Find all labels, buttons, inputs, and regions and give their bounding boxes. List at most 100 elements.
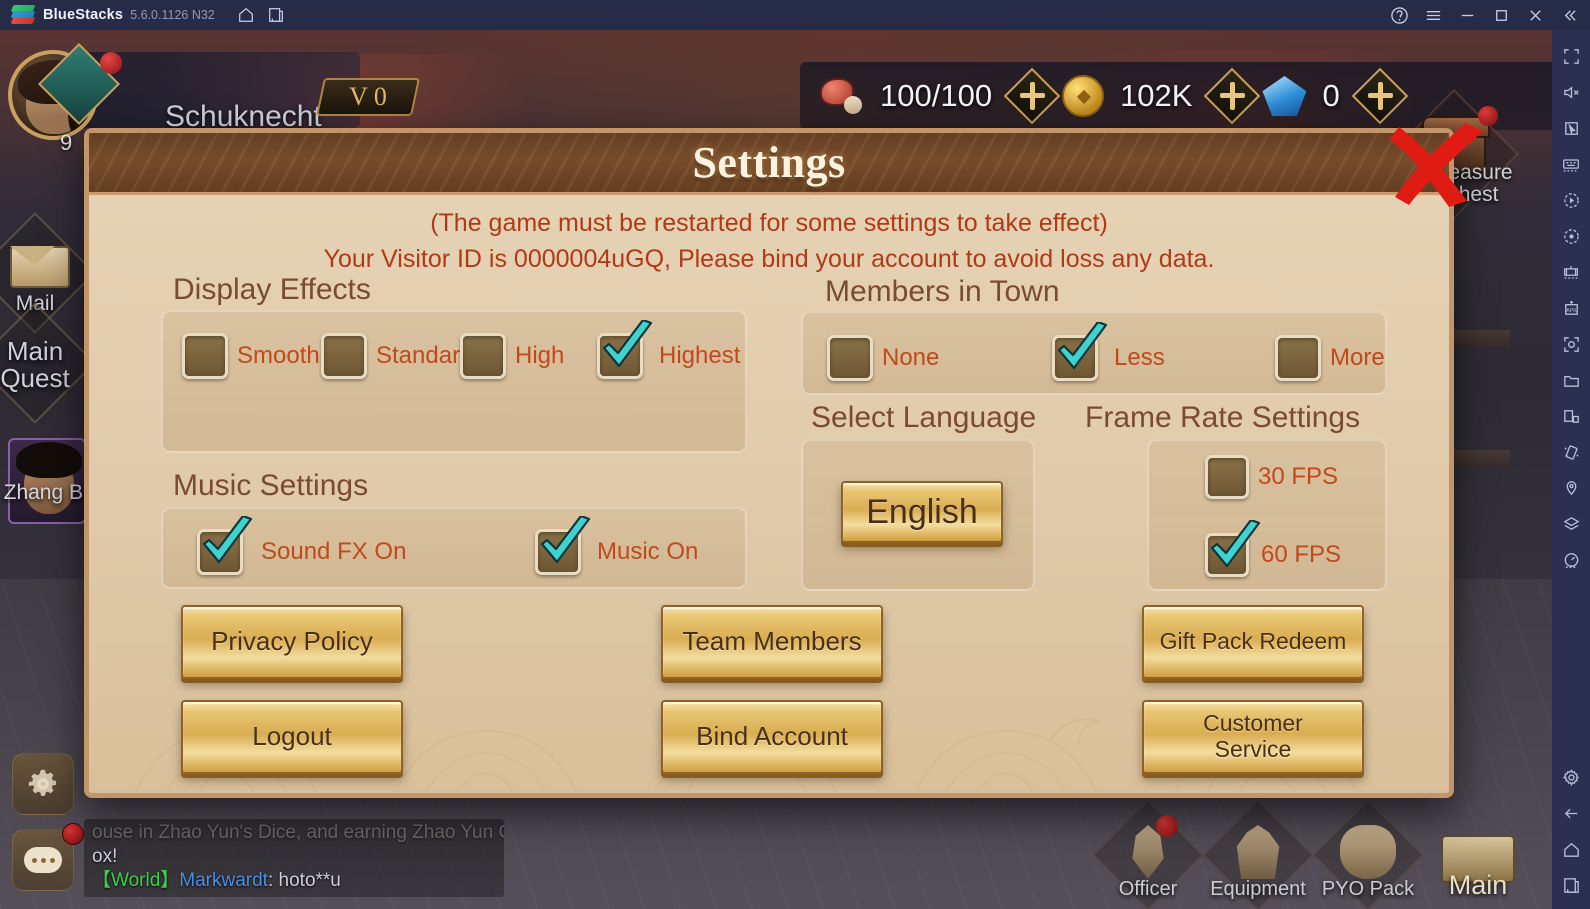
option-sound-fx[interactable]: Sound FX On: [197, 516, 407, 575]
option-60fps[interactable]: 60 FPS: [1205, 520, 1342, 577]
team-members-button[interactable]: Team Members: [661, 605, 883, 679]
close-button[interactable]: [1379, 115, 1489, 210]
option-none[interactable]: None: [827, 335, 939, 381]
install-apk-icon[interactable]: APK: [1556, 290, 1586, 326]
add-coin-button[interactable]: [1204, 67, 1261, 125]
members-in-town-title: Members in Town: [825, 275, 1060, 308]
customer-service-label: Customer Service: [1203, 710, 1303, 762]
check-icon: [540, 516, 591, 564]
macro-play-icon[interactable]: [1556, 182, 1586, 218]
multi-instance-manager-icon[interactable]: [1556, 254, 1586, 290]
chat-log[interactable]: ouse in Zhao Yun's Dice, and earning Zha…: [84, 819, 504, 897]
checkbox-60fps[interactable]: [1205, 520, 1261, 577]
checkbox-less[interactable]: [1052, 322, 1108, 381]
vip-badge[interactable]: V 0: [315, 78, 421, 116]
nav-pyo-pack[interactable]: PYO Pack: [1311, 798, 1425, 909]
chat-username: Markwardt: [179, 869, 268, 891]
officer-notification-dot: [1156, 815, 1178, 837]
settings-dialog: Settings (The game must be restarted for…: [84, 123, 1483, 798]
checkbox-30fps[interactable]: [1205, 455, 1249, 499]
avatar-notification-dot: [100, 52, 122, 74]
mail-icon: [10, 246, 70, 288]
nav-pyo-pack-label: PYO Pack: [1321, 878, 1415, 900]
option-music-label: Music On: [597, 538, 699, 565]
nav-officer-label: Officer: [1118, 878, 1178, 900]
stamina-value: 100/100: [880, 78, 993, 113]
privacy-policy-label: Privacy Policy: [211, 626, 373, 657]
maximize-icon[interactable]: [1484, 0, 1518, 30]
checkbox-standard[interactable]: [321, 333, 367, 379]
shake-icon[interactable]: [1556, 434, 1586, 470]
mail-button[interactable]: Mail: [0, 212, 96, 334]
option-smooth[interactable]: Smooth: [182, 333, 320, 379]
bind-account-button[interactable]: Bind Account: [661, 700, 883, 774]
checkbox-smooth[interactable]: [182, 333, 228, 379]
home-icon[interactable]: [1556, 831, 1586, 867]
close-icon: [1389, 123, 1483, 207]
nav-officer[interactable]: Officer: [1091, 798, 1205, 909]
meter-icon[interactable]: [1556, 542, 1586, 578]
settings-gear-button[interactable]: [12, 753, 74, 815]
main-quest-button[interactable]: Main Quest: [0, 302, 96, 424]
checkbox-music[interactable]: [535, 516, 591, 575]
music-settings-title: Music Settings: [173, 469, 369, 502]
home-icon[interactable]: [231, 0, 261, 30]
menu-icon[interactable]: [1416, 0, 1450, 30]
checkbox-none[interactable]: [827, 335, 873, 381]
bottom-nav: Officer Equipment PYO Pack Main: [1091, 798, 1530, 909]
player-level-value: 9: [60, 130, 73, 155]
location-icon[interactable]: [1556, 470, 1586, 506]
option-standard-label: Standard: [376, 342, 474, 369]
media-folder-icon[interactable]: [1556, 362, 1586, 398]
option-30fps[interactable]: 30 FPS: [1205, 455, 1338, 499]
keyboard-icon[interactable]: [1556, 146, 1586, 182]
option-more-label: More: [1330, 344, 1385, 371]
gear-icon[interactable]: [1556, 759, 1586, 795]
customer-service-button[interactable]: Customer Service: [1142, 700, 1364, 774]
recents-icon[interactable]: [1556, 867, 1586, 903]
close-icon[interactable]: [1518, 0, 1552, 30]
option-high[interactable]: High: [460, 333, 564, 379]
option-less[interactable]: Less: [1052, 322, 1165, 381]
nav-main[interactable]: Main: [1426, 809, 1530, 905]
checkbox-highest[interactable]: [597, 320, 653, 379]
nav-equipment[interactable]: Equipment: [1201, 798, 1315, 909]
mute-icon[interactable]: [1556, 74, 1586, 110]
option-music[interactable]: Music On: [535, 516, 699, 575]
pip-icon[interactable]: [1556, 398, 1586, 434]
option-more[interactable]: More: [1275, 335, 1385, 381]
app-version: 5.6.0.1126 N32: [130, 8, 215, 22]
check-icon: [1210, 520, 1261, 568]
back-icon[interactable]: [1556, 795, 1586, 831]
gift-pack-redeem-button[interactable]: Gift Pack Redeem: [1142, 605, 1364, 679]
option-highest[interactable]: Highest: [597, 320, 740, 379]
macro-record-icon[interactable]: [1556, 218, 1586, 254]
chat-channel-tag: 【World】: [92, 869, 180, 891]
add-gem-button[interactable]: [1351, 67, 1409, 125]
visitor-id-notice: Your Visitor ID is 0000004uGQ, Please bi…: [323, 245, 1215, 273]
screenshot-icon[interactable]: [1556, 326, 1586, 362]
logout-button[interactable]: Logout: [181, 700, 403, 774]
collapse-icon[interactable]: [1552, 0, 1586, 30]
fullscreen-icon[interactable]: [1556, 38, 1586, 74]
option-standard[interactable]: Standard: [321, 333, 473, 379]
option-60fps-label: 60 FPS: [1261, 541, 1342, 568]
language-button[interactable]: English: [841, 481, 1003, 543]
privacy-policy-button[interactable]: Privacy Policy: [181, 605, 403, 679]
checkbox-more[interactable]: [1275, 335, 1321, 381]
cursor-icon[interactable]: [1556, 110, 1586, 146]
minimize-icon[interactable]: [1450, 0, 1484, 30]
help-icon[interactable]: [1382, 0, 1416, 30]
checkbox-sound-fx[interactable]: [197, 516, 253, 575]
svg-text:APK: APK: [1566, 307, 1577, 313]
bluestacks-sidebar: APK: [1552, 30, 1590, 909]
add-stamina-button[interactable]: [1003, 67, 1061, 125]
sidebar-bottom-group: [1552, 759, 1590, 903]
option-sound-fx-label: Sound FX On: [261, 538, 407, 565]
bluestacks-logo-icon: [10, 4, 36, 26]
page-title: Settings: [692, 138, 846, 187]
layers-icon[interactable]: [1556, 506, 1586, 542]
bind-account-label: Bind Account: [696, 721, 848, 752]
checkbox-high[interactable]: [460, 333, 506, 379]
multi-instance-icon[interactable]: [261, 0, 291, 30]
